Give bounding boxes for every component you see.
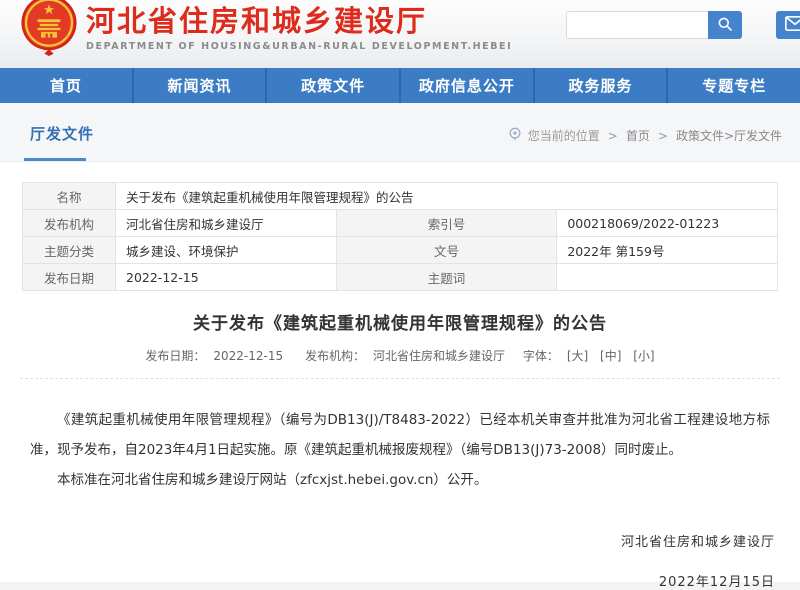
- font-size-medium-button[interactable]: [中]: [600, 349, 621, 363]
- article-meta: 发布日期：2022-12-15 发布机构：河北省住房和城乡建设厅 字体：[大] …: [0, 347, 800, 364]
- signature-date: 2022年12月15日: [0, 571, 775, 590]
- search-input[interactable]: [566, 11, 708, 39]
- doc-number-label: 文号: [336, 237, 557, 264]
- search-button[interactable]: [708, 11, 742, 39]
- dashed-divider: [20, 378, 780, 379]
- meta-date-label: 发布日期：: [145, 349, 205, 363]
- mail-icon: [785, 16, 800, 34]
- location-pin-icon: [508, 127, 522, 144]
- document-info-table: 名称 关于发布《建筑起重机械使用年限管理规程》的公告 发布机构 河北省住房和城乡…: [22, 182, 778, 291]
- meta-agency: 河北省住房和城乡建设厅: [373, 349, 505, 363]
- mail-button[interactable]: [776, 11, 800, 39]
- meta-date: 2022-12-15: [213, 349, 283, 363]
- page-title: 关于发布《建筑起重机械使用年限管理规程》的公告: [0, 309, 800, 334]
- table-row: 发布机构 河北省住房和城乡建设厅 索引号 000218069/2022-0122…: [23, 210, 778, 237]
- tab-active-underline: [24, 158, 86, 161]
- nav-item-topics[interactable]: 专题专栏: [666, 68, 800, 103]
- search-bar: [566, 11, 742, 39]
- meta-agency-label: 发布机构：: [305, 349, 365, 363]
- breadcrumb-strip: 厅发文件 您当前的位置 > 首页 > 政策文件>厅发文件: [0, 103, 800, 162]
- doc-keywords-value: [557, 264, 778, 291]
- table-row: 名称 关于发布《建筑起重机械使用年限管理规程》的公告: [23, 183, 778, 210]
- national-emblem-icon: [20, 0, 78, 56]
- doc-date-value: 2022-12-15: [116, 264, 337, 291]
- meta-font-label: 字体：: [523, 349, 559, 363]
- table-row: 主题分类 城乡建设、环境保护 文号 2022年 第159号: [23, 237, 778, 264]
- doc-category-value: 城乡建设、环境保护: [116, 237, 337, 264]
- doc-date-label: 发布日期: [23, 264, 116, 291]
- tab-department-documents[interactable]: 厅发文件: [30, 123, 94, 144]
- article-paragraph: 《建筑起重机械使用年限管理规程》（编号为DB13(J)/T8483-2022）已…: [30, 405, 770, 465]
- doc-name-label: 名称: [23, 183, 116, 210]
- site-title: 河北省住房和城乡建设厅: [86, 4, 512, 38]
- search-icon: [717, 16, 733, 35]
- breadcrumb: 您当前的位置 > 首页 > 政策文件>厅发文件: [508, 127, 782, 144]
- doc-agency-label: 发布机构: [23, 210, 116, 237]
- breadcrumb-separator: >: [608, 129, 618, 143]
- breadcrumb-separator: >: [658, 129, 668, 143]
- main-content: 名称 关于发布《建筑起重机械使用年限管理规程》的公告 发布机构 河北省住房和城乡…: [0, 162, 800, 582]
- nav-item-policy[interactable]: 政策文件: [265, 68, 399, 103]
- doc-name-value: 关于发布《建筑起重机械使用年限管理规程》的公告: [116, 183, 778, 210]
- breadcrumb-location-label: 您当前的位置: [528, 127, 600, 144]
- doc-agency-value: 河北省住房和城乡建设厅: [116, 210, 337, 237]
- doc-index-label: 索引号: [336, 210, 557, 237]
- table-row: 发布日期 2022-12-15 主题词: [23, 264, 778, 291]
- doc-keywords-label: 主题词: [336, 264, 557, 291]
- doc-index-value: 000218069/2022-01223: [557, 210, 778, 237]
- nav-item-services[interactable]: 政务服务: [533, 68, 667, 103]
- font-size-large-button[interactable]: [大]: [567, 349, 588, 363]
- main-nav: 首页 新闻资讯 政策文件 政府信息公开 政务服务 专题专栏: [0, 68, 800, 103]
- nav-item-gov-info[interactable]: 政府信息公开: [399, 68, 533, 103]
- font-size-small-button[interactable]: [小]: [633, 349, 654, 363]
- article-paragraph: 本标准在河北省住房和城乡建设厅网站（zfcxjst.hebei.gov.cn）公…: [30, 465, 770, 495]
- nav-item-news[interactable]: 新闻资讯: [132, 68, 266, 103]
- nav-item-home[interactable]: 首页: [0, 68, 132, 103]
- doc-number-value: 2022年 第159号: [557, 237, 778, 264]
- site-header: 河北省住房和城乡建设厅 DEPARTMENT OF HOUSING&URBAN-…: [0, 0, 800, 68]
- article-body: 《建筑起重机械使用年限管理规程》（编号为DB13(J)/T8483-2022）已…: [30, 405, 770, 495]
- breadcrumb-home-link[interactable]: 首页: [626, 127, 650, 144]
- site-title-block: 河北省住房和城乡建设厅 DEPARTMENT OF HOUSING&URBAN-…: [86, 4, 512, 52]
- breadcrumb-current[interactable]: 政策文件>厅发文件: [676, 127, 782, 144]
- site-subtitle: DEPARTMENT OF HOUSING&URBAN-RURAL DEVELO…: [86, 41, 512, 52]
- signature-agency: 河北省住房和城乡建设厅: [0, 531, 775, 550]
- signature-block: 河北省住房和城乡建设厅 2022年12月15日: [0, 531, 775, 590]
- doc-category-label: 主题分类: [23, 237, 116, 264]
